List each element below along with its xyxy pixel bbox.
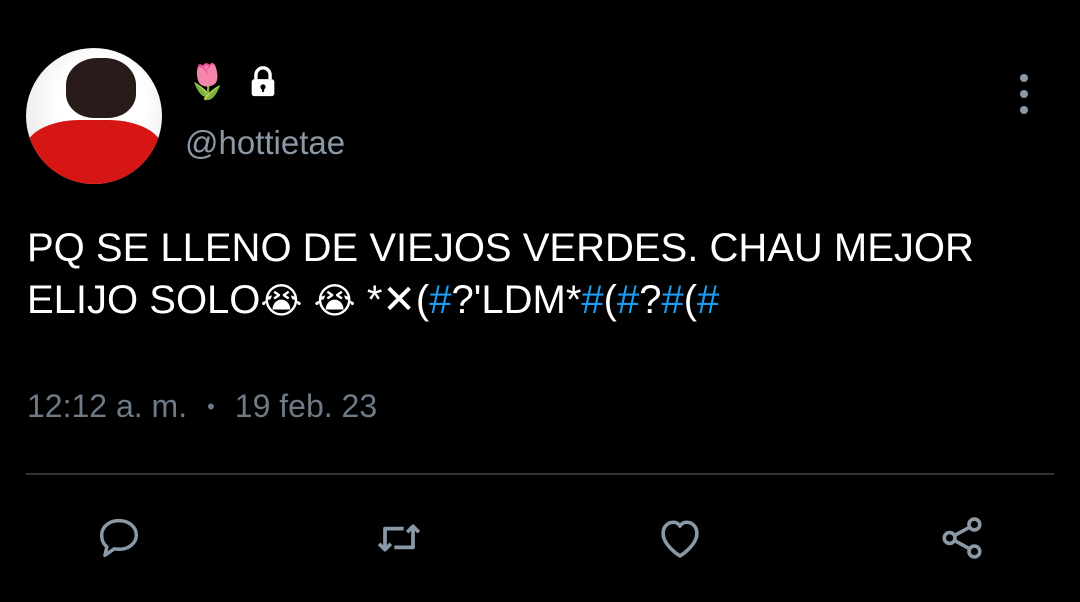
tweet-line-1: PQ SE LLENO DE VIEJOS VERDES. CHAU MEJOR (27, 226, 974, 270)
share-icon (935, 511, 989, 565)
more-dot (1020, 90, 1028, 98)
hashtag-link[interactable]: # (617, 278, 639, 322)
like-icon (653, 511, 707, 565)
crying-emoji: 😭 (313, 281, 356, 322)
tulip-emoji: 🌷 (186, 62, 229, 102)
hashtag-link[interactable]: # (581, 278, 603, 322)
tweet-text-segment: ? (639, 278, 662, 322)
tweet-text-segment: ( (603, 278, 617, 322)
like-button[interactable] (652, 510, 708, 566)
avatar-hair (66, 58, 136, 118)
tweet-text-segment: ( (683, 278, 698, 322)
avatar-shirt (26, 120, 162, 184)
tweet-date[interactable]: 19 feb. 23 (235, 388, 377, 425)
meta-separator: • (207, 393, 215, 419)
hashtag-link[interactable]: # (697, 278, 719, 322)
tweet-meta: 12:12 a. m. • 19 feb. 23 (27, 388, 377, 425)
tweet-text-segment: ELIJO SOLO (27, 278, 261, 322)
divider (26, 473, 1054, 475)
action-bar (0, 510, 1080, 570)
share-button[interactable] (934, 510, 990, 566)
hashtag-link[interactable]: # (661, 278, 683, 322)
more-dot (1020, 74, 1028, 82)
tweet-line-2: ELIJO SOLO😭 😭 *✕(#?'LDM*#(#?#(# (27, 274, 1047, 328)
hashtag-link[interactable]: # (429, 278, 451, 322)
tweet-time[interactable]: 12:12 a. m. (27, 388, 187, 425)
retweet-icon (371, 510, 427, 566)
tweet-text-segment: *✕( (366, 278, 430, 322)
reply-icon (93, 512, 145, 564)
reply-button[interactable] (91, 510, 147, 566)
more-options-icon[interactable] (1014, 74, 1034, 114)
display-name-row[interactable]: 🌷 (186, 60, 280, 104)
retweet-button[interactable] (371, 510, 427, 566)
avatar[interactable] (26, 48, 162, 184)
user-handle[interactable]: @hottietae (185, 124, 345, 162)
more-dot (1020, 106, 1028, 114)
tweet-text-segment: ?'LDM* (451, 278, 582, 322)
tweet-text: PQ SE LLENO DE VIEJOS VERDES. CHAU MEJOR… (27, 222, 1047, 328)
crying-emoji: 😭 (260, 281, 303, 322)
lock-icon (246, 65, 280, 99)
